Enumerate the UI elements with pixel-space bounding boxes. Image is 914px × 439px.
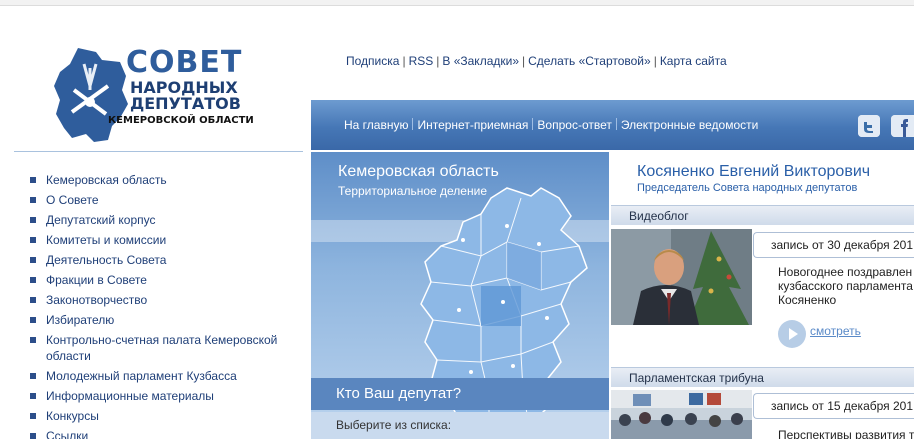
leftnav-item-links[interactable]: Ссылки xyxy=(28,428,298,439)
tribune-date[interactable]: запись от 15 декабря 201 xyxy=(753,393,914,419)
twitter-icon[interactable] xyxy=(858,115,880,137)
logo-line-1: СОВЕТ xyxy=(126,45,243,80)
leftnav-item-region[interactable]: Кемеровская область xyxy=(28,172,298,188)
who-is-your-deputy-label: Кто Ваш депутат? xyxy=(336,385,462,402)
map-title: Кемеровская область xyxy=(338,163,499,180)
menu-item-reception[interactable]: Интернет-приемная xyxy=(417,118,528,132)
videoblog-header-label: Видеоблог xyxy=(629,209,689,223)
left-divider xyxy=(14,151,303,152)
menu-item-home[interactable]: На главную xyxy=(344,118,408,132)
leftnav-item-audit-chamber[interactable]: Контрольно-счетная палата Кемеровской об… xyxy=(28,332,298,364)
menu-separator xyxy=(412,118,414,130)
chairman-name[interactable]: Косяненко Евгений Викторович xyxy=(637,163,870,181)
chairman-title: Председатель Совета народных депутатов xyxy=(637,182,858,194)
main-menu-bar: На главную Интернет-приемная Вопрос-ответ Э… xyxy=(311,100,914,150)
videoblog-description-line-1[interactable]: Новогоднее поздравлен xyxy=(778,265,914,279)
separator: | xyxy=(436,54,440,68)
videoblog-description-line-3[interactable]: Косяненко xyxy=(778,293,914,307)
who-is-your-deputy: Кто Ваш депутат? xyxy=(311,378,609,410)
leftnav-item-committees[interactable]: Комитеты и комиссии xyxy=(28,232,298,248)
link-rss[interactable]: RSS xyxy=(409,54,434,68)
menu-item-qa[interactable]: Вопрос-ответ xyxy=(537,118,611,132)
left-navigation: Кемеровская область О Совете Депутатский… xyxy=(28,172,298,439)
tribune-header: Парламентская трибуна xyxy=(611,367,914,387)
videoblog-date-label: запись от 30 декабря 201 xyxy=(771,238,914,252)
leftnav-item-info-materials[interactable]: Информационные материалы xyxy=(28,388,298,404)
link-make-start[interactable]: Сделать «Стартовой» xyxy=(528,54,651,68)
site-logo[interactable]: СОВЕТ НАРОДНЫХ ДЕПУТАТОВ КЕМЕРОВСКОЙ ОБЛ… xyxy=(50,46,260,146)
videoblog-thumbnail[interactable] xyxy=(611,229,752,325)
leftnav-item-lawmaking[interactable]: Законотворчество xyxy=(28,292,298,308)
leftnav-item-deputies[interactable]: Депутатский корпус xyxy=(28,212,298,228)
leftnav-item-contests[interactable]: Конкурсы xyxy=(28,408,298,424)
utility-links: Подписка | RSS | В «Закладки» | Сделать «Старт… xyxy=(346,54,727,68)
leftnav-item-voter[interactable]: Избирателю xyxy=(28,312,298,328)
play-icon[interactable] xyxy=(778,320,806,348)
tribune-date-label: запись от 15 декабря 201 xyxy=(771,399,914,413)
link-subscribe[interactable]: Подписка xyxy=(346,54,399,68)
tribune-description[interactable]: Перспективы развития т xyxy=(778,428,914,439)
link-bookmarks[interactable]: В «Закладки» xyxy=(442,54,519,68)
tribune-header-label: Парламентская трибуна xyxy=(629,371,764,385)
leftnav-item-about[interactable]: О Совете xyxy=(28,192,298,208)
browser-top-strip xyxy=(0,0,914,6)
videoblog-date[interactable]: запись от 30 декабря 201 xyxy=(753,232,914,258)
right-column: Косяненко Евгений Викторович Председател… xyxy=(611,152,914,439)
choose-from-list-label: Выберите из списка: xyxy=(336,418,452,432)
kuzbass-emblem-icon xyxy=(54,48,128,142)
watch-link[interactable]: смотреть xyxy=(810,324,861,338)
menu-item-gazette[interactable]: Электронные ведомости xyxy=(621,118,758,132)
region-map-panel: Кемеровская область Территориальное деле… xyxy=(311,152,609,439)
videoblog-description-line-2[interactable]: кузбасского парламента xyxy=(778,279,914,293)
separator: | xyxy=(522,54,526,68)
separator: | xyxy=(402,54,406,68)
link-sitemap[interactable]: Карта сайта xyxy=(660,54,727,68)
leftnav-item-fractions[interactable]: Фракции в Совете xyxy=(28,272,298,288)
main-menu: На главную Интернет-приемная Вопрос-ответ Э… xyxy=(344,118,758,132)
leftnav-item-youth-parliament[interactable]: Молодежный парламент Кузбасса xyxy=(28,368,298,384)
logo-line-4: КЕМЕРОВСКОЙ ОБЛАСТИ xyxy=(108,115,254,126)
choose-from-list[interactable]: Выберите из списка: xyxy=(311,412,609,439)
logo-line-3: ДЕПУТАТОВ xyxy=(130,94,241,113)
tribune-thumbnail[interactable] xyxy=(611,390,752,439)
menu-separator xyxy=(532,118,534,130)
facebook-icon[interactable] xyxy=(891,115,914,137)
videoblog-header: Видеоблог xyxy=(611,205,914,225)
menu-separator xyxy=(615,118,617,130)
separator: | xyxy=(653,54,657,68)
leftnav-item-activity[interactable]: Деятельность Совета xyxy=(28,252,298,268)
